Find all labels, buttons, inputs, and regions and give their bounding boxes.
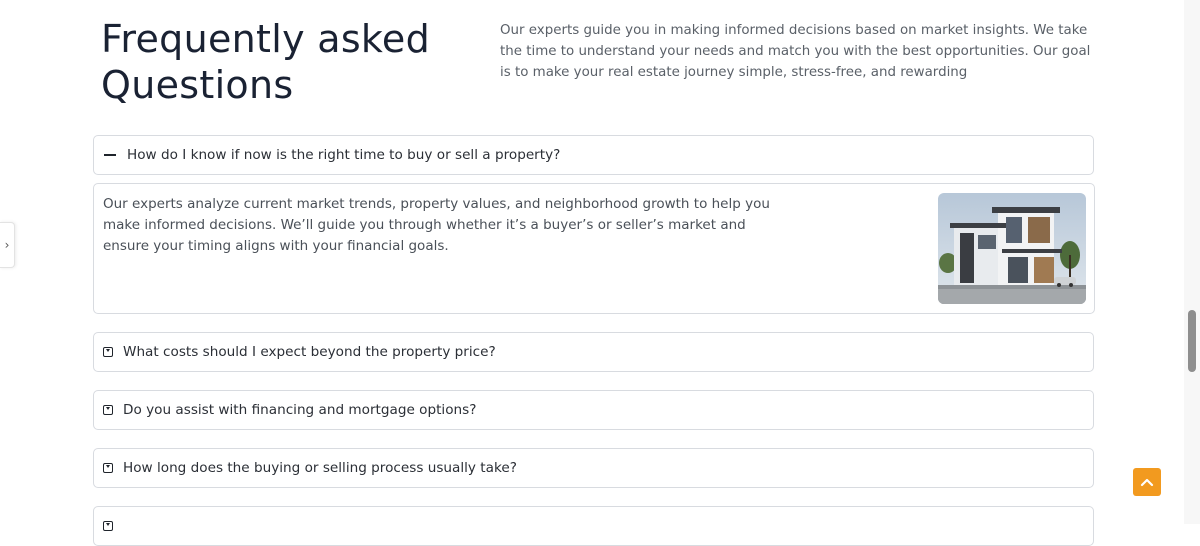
caret-square-down-icon (103, 405, 113, 415)
faq-item-1-header[interactable]: How do I know if now is the right time t… (93, 135, 1094, 175)
scrollbar[interactable] (1184, 0, 1200, 524)
faq-item-1-answer: Our experts analyze current market trend… (93, 183, 1095, 314)
minus-icon (104, 154, 116, 156)
faq-item-3[interactable]: Do you assist with financing and mortgag… (93, 390, 1094, 430)
caret-square-down-icon (103, 463, 113, 473)
faq-intro: Our experts guide you in making informed… (500, 23, 1091, 80)
scrollbar-thumb[interactable] (1188, 310, 1196, 372)
caret-square-down-icon (103, 521, 113, 531)
house-image (938, 193, 1086, 304)
faq-answer-text: Our experts analyze current market trend… (103, 196, 770, 254)
chevron-right-icon: › (4, 238, 10, 252)
chevron-up-icon (1140, 478, 1154, 487)
caret-square-down-icon (103, 347, 113, 357)
faq-question: What costs should I expect beyond the pr… (123, 344, 496, 360)
faq-item-2[interactable]: What costs should I expect beyond the pr… (93, 332, 1094, 372)
faq-item-4[interactable]: How long does the buying or selling proc… (93, 448, 1094, 488)
page-title: Frequently asked Questions (101, 17, 430, 107)
faq-question: How do I know if now is the right time t… (127, 147, 561, 163)
side-panel-toggle[interactable]: › (0, 222, 15, 268)
faq-question: How long does the buying or selling proc… (123, 460, 517, 476)
faq-item-5[interactable] (93, 506, 1094, 546)
back-to-top-button[interactable] (1133, 468, 1161, 496)
faq-question: Do you assist with financing and mortgag… (123, 402, 477, 418)
